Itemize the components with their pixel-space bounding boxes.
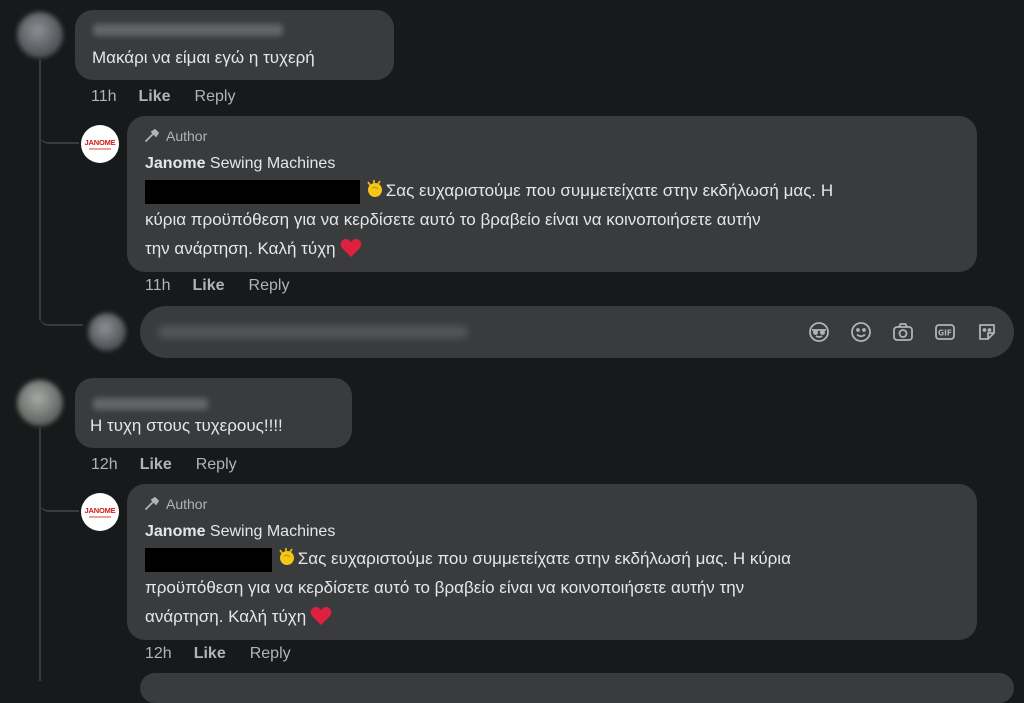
reply-line-2: προϋπόθεση για να κερδίσετε αυτό το βραβ… [145,578,745,597]
reply-composer[interactable]: GIF [140,306,1014,358]
clap-emoji-icon [367,180,382,197]
comment-time[interactable]: 11h [91,88,117,106]
like-button[interactable]: Like [193,277,225,295]
author-badge: Author [144,128,207,144]
comment-text: Η τυχη στους τυχερους!!!! [90,416,283,435]
janome-logo: JANOME [84,137,116,147]
page-name[interactable]: Janome Sewing Machines [145,523,335,541]
reply-time[interactable]: 11h [145,277,171,295]
heart-emoji-icon [340,238,361,257]
commenter-name[interactable] [93,398,208,410]
avatar[interactable] [17,380,63,426]
emoji-icon[interactable] [848,319,874,345]
like-button[interactable]: Like [139,88,171,106]
thread-branch [39,112,79,144]
avatar-sticker-icon[interactable] [806,319,832,345]
redacted-mention [145,547,272,572]
reply-line-3: ανάρτηση. Καλή τύχη [145,602,332,631]
reply-line-1: Σας ευχαριστούμε που συμμετείχατε στην ε… [145,544,791,573]
thread-line [39,428,41,681]
camera-icon[interactable] [890,319,916,345]
page-name-bold: Janome [145,155,206,172]
composer-placeholder[interactable] [158,326,468,338]
reply-actions: 11h Like Reply [145,277,313,295]
reply-button[interactable]: Reply [196,456,237,474]
reply-composer-partial[interactable] [140,673,1014,703]
clap-emoji-icon [279,548,294,565]
avatar[interactable] [17,12,63,58]
reply-text: ανάρτηση. Καλή τύχη [145,607,307,626]
reply-bubble: Author Janome Sewing Machines Σας ευχαρι… [127,116,977,272]
comment-text: Μακάρι να είμαι εγώ η τυχερή [92,48,315,67]
author-label: Author [166,496,208,512]
like-button[interactable]: Like [194,645,226,663]
page-name-rest: Sewing Machines [205,523,336,540]
reply-line-1: Σας ευχαριστούμε που συμμετείχατε στην ε… [145,176,833,205]
sticker-icon[interactable] [974,319,1000,345]
author-icon [145,497,160,510]
reply-line-3: την ανάρτηση. Καλή τύχη [145,234,362,263]
page-name-rest: Sewing Machines [205,155,336,172]
svg-text:GIF: GIF [938,329,952,338]
composer-avatar [88,313,126,351]
reply-text: την ανάρτηση. Καλή τύχη [145,239,336,258]
comment-time[interactable]: 12h [91,456,118,474]
reply-button[interactable]: Reply [250,645,291,663]
gif-icon[interactable]: GIF [932,319,958,345]
reply-time[interactable]: 12h [145,645,172,663]
thread-branch [39,480,79,512]
reply-bubble: Author Janome Sewing Machines Σας ευχαρι… [127,484,977,640]
page-avatar[interactable]: JANOME [81,493,119,531]
author-label: Author [166,128,208,144]
thread-branch [39,300,83,326]
logo-underline [89,147,111,150]
logo-underline [89,515,111,518]
thread-line [39,60,41,320]
heart-emoji-icon [310,606,332,625]
reply-actions: 12h Like Reply [145,645,315,663]
like-button[interactable]: Like [140,456,172,474]
reply-button[interactable]: Reply [195,88,236,106]
page-avatar[interactable]: JANOME [81,125,119,163]
author-badge: Author [144,496,207,512]
janome-logo: JANOME [84,505,116,515]
composer-toolbar: GIF [806,319,1000,345]
reply-text: Σας ευχαριστούμε που συμμετείχατε στην ε… [297,549,791,568]
comment-bubble: Μακάρι να είμαι εγώ η τυχερή [75,10,394,80]
reply-button[interactable]: Reply [249,277,290,295]
commenter-name[interactable] [93,24,283,36]
reply-line-2: κύρια προϋπόθεση για να κερδίσετε αυτό τ… [145,210,761,229]
page-name[interactable]: Janome Sewing Machines [145,155,335,173]
comment-actions: 11h Like Reply [91,88,259,106]
author-icon [145,129,160,142]
redacted-mention [145,179,360,204]
reply-text: Σας ευχαριστούμε που συμμετείχατε στην ε… [385,181,834,200]
page-name-bold: Janome [145,523,206,540]
comment-actions: 12h Like Reply [91,456,261,474]
comment-bubble: Η τυχη στους τυχερους!!!! [75,378,352,448]
